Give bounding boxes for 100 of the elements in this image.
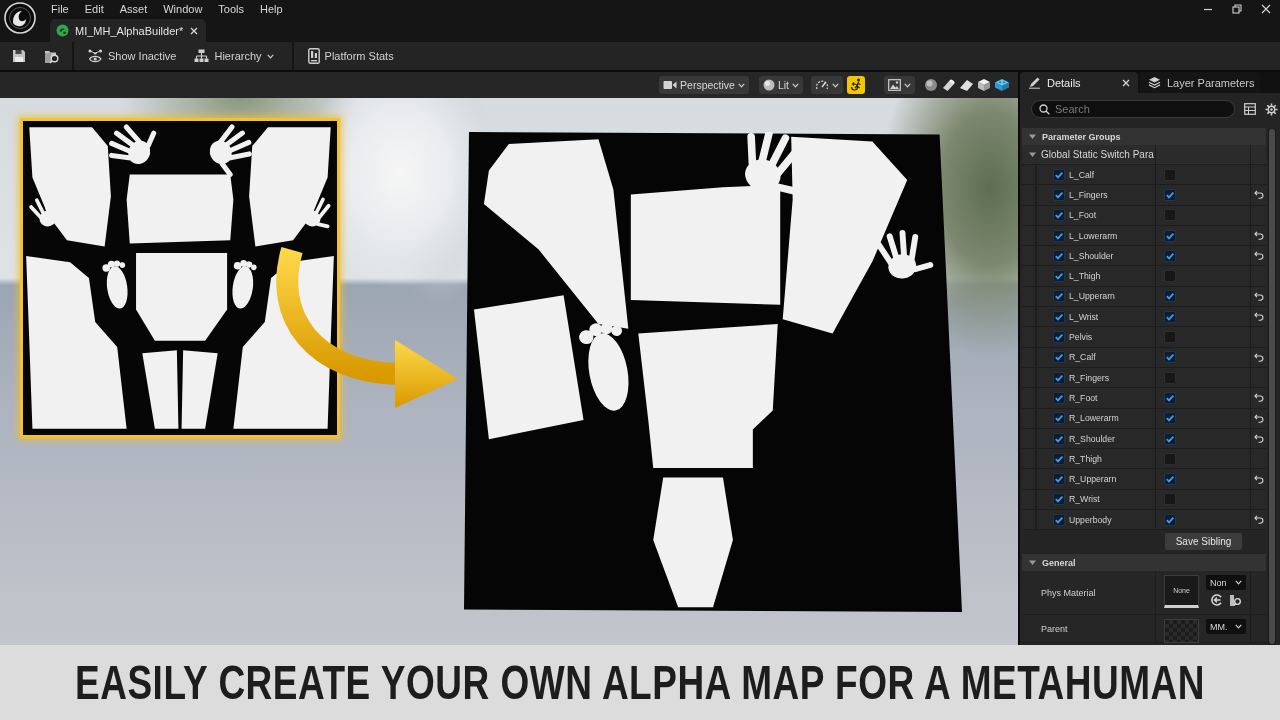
toolbar-button[interactable]: Show Inactive bbox=[82, 45, 183, 67]
reset-arrow-icon[interactable] bbox=[1253, 434, 1264, 443]
checkbox[interactable] bbox=[1164, 432, 1176, 445]
close-icon[interactable] bbox=[190, 26, 198, 35]
sphere-icon[interactable] bbox=[924, 78, 938, 92]
checkbox[interactable] bbox=[1053, 371, 1065, 384]
checkbox[interactable] bbox=[1053, 473, 1065, 486]
checkbox[interactable] bbox=[1053, 188, 1065, 201]
asset-dropdown[interactable]: MM. bbox=[1206, 619, 1246, 635]
circle-logo-icon[interactable] bbox=[4, 2, 36, 34]
reset-arrow-icon[interactable] bbox=[1253, 393, 1264, 403]
thumbnail-placeholder[interactable] bbox=[1164, 619, 1199, 644]
reset-arrow-icon[interactable] bbox=[1253, 231, 1264, 241]
checkbox[interactable] bbox=[1053, 493, 1065, 506]
plane-icon[interactable] bbox=[959, 78, 974, 92]
checkbox[interactable] bbox=[1053, 168, 1065, 181]
menu-item[interactable]: File bbox=[51, 2, 69, 15]
panel-tab[interactable]: Details bbox=[1020, 72, 1138, 93]
reset-arrow-icon[interactable] bbox=[1253, 515, 1264, 525]
menu-item[interactable]: Asset bbox=[119, 2, 148, 15]
toggle-button[interactable] bbox=[847, 76, 865, 94]
checkbox[interactable] bbox=[1053, 270, 1065, 283]
reset-arrow-icon[interactable] bbox=[1253, 352, 1264, 362]
cube-icon[interactable] bbox=[994, 78, 1010, 92]
parameter-name: L_Thigh bbox=[1069, 271, 1101, 282]
sphere-icon bbox=[56, 24, 69, 37]
dropdown-button[interactable] bbox=[884, 76, 915, 94]
checkbox[interactable] bbox=[1164, 513, 1176, 526]
save-icon[interactable] bbox=[12, 49, 26, 63]
checkbox[interactable] bbox=[1053, 209, 1065, 222]
menu-item[interactable]: Tools bbox=[218, 2, 245, 15]
scrollbar[interactable] bbox=[1268, 128, 1276, 645]
reset-arrow-icon[interactable] bbox=[1253, 312, 1264, 322]
dropdown-button[interactable] bbox=[811, 76, 843, 94]
arrow-circle-icon[interactable] bbox=[1211, 594, 1223, 607]
close-icon[interactable] bbox=[1122, 78, 1130, 87]
checkbox[interactable] bbox=[1164, 188, 1176, 201]
panel-tab[interactable]: Layer Parameters bbox=[1140, 72, 1260, 93]
parameter-name: R_Thigh bbox=[1069, 453, 1102, 464]
checkbox[interactable] bbox=[1164, 473, 1176, 486]
device-stats-icon bbox=[307, 48, 320, 64]
restore-icon[interactable] bbox=[1232, 3, 1242, 14]
browse-icon[interactable] bbox=[1229, 594, 1242, 608]
parameter-name: Upperbody bbox=[1069, 514, 1112, 525]
caret-icon bbox=[737, 82, 745, 88]
reset-arrow-icon[interactable] bbox=[1253, 291, 1264, 301]
document-tab[interactable]: MI_MH_AlphaBuilder* bbox=[50, 19, 206, 42]
reset-arrow-icon[interactable] bbox=[1253, 474, 1264, 484]
checkbox[interactable] bbox=[1053, 229, 1065, 242]
cube-icon[interactable] bbox=[977, 78, 991, 92]
checkbox[interactable] bbox=[1053, 290, 1065, 303]
checkbox[interactable] bbox=[1164, 310, 1176, 323]
settings-icon[interactable] bbox=[1265, 102, 1278, 116]
checkbox[interactable] bbox=[1164, 412, 1176, 425]
checkbox[interactable] bbox=[1164, 351, 1176, 364]
search-icon bbox=[1039, 104, 1050, 115]
expand-arrow-icon[interactable] bbox=[1029, 151, 1036, 158]
caret-icon bbox=[1235, 624, 1242, 630]
checkbox[interactable] bbox=[1053, 310, 1065, 323]
browse-icon[interactable] bbox=[44, 48, 60, 64]
expand-arrow-icon[interactable] bbox=[1029, 133, 1036, 140]
checkbox[interactable] bbox=[1053, 452, 1065, 465]
caret-icon bbox=[792, 82, 799, 88]
property-label: Parent bbox=[1041, 623, 1068, 634]
dropdown-button[interactable]: Hierarchy bbox=[188, 45, 280, 67]
section-header[interactable]: General bbox=[1022, 554, 1266, 572]
checkbox[interactable] bbox=[1053, 351, 1065, 364]
close-icon[interactable] bbox=[1261, 3, 1271, 14]
parameter-name: R_Fingers bbox=[1069, 372, 1110, 383]
cylinder-icon[interactable] bbox=[941, 78, 956, 92]
dropdown-button[interactable]: Lit bbox=[758, 76, 803, 94]
parameter-name: L_Shoulder bbox=[1069, 250, 1114, 261]
reset-arrow-icon[interactable] bbox=[1253, 190, 1264, 200]
section-header[interactable]: Parameter Groups bbox=[1022, 128, 1266, 145]
save-sibling-button[interactable]: Save Sibling bbox=[1165, 533, 1242, 551]
checkbox[interactable] bbox=[1053, 513, 1065, 526]
menu-item[interactable]: Window bbox=[163, 2, 203, 15]
checkbox[interactable] bbox=[1164, 391, 1176, 404]
table-icon[interactable] bbox=[1244, 103, 1256, 115]
reset-arrow-icon[interactable] bbox=[1253, 251, 1264, 261]
sphere-icon bbox=[762, 79, 775, 91]
toolbar-button[interactable]: Platform Stats bbox=[301, 45, 400, 67]
checkbox[interactable] bbox=[1164, 290, 1176, 303]
checkbox[interactable] bbox=[1053, 412, 1065, 425]
menu-item[interactable]: Edit bbox=[84, 2, 104, 15]
asset-dropdown[interactable]: Non bbox=[1206, 575, 1246, 591]
dropdown-button[interactable]: Perspective bbox=[659, 76, 749, 94]
checkbox[interactable] bbox=[1164, 229, 1176, 242]
checkbox[interactable] bbox=[1053, 432, 1065, 445]
checkbox[interactable] bbox=[1053, 249, 1065, 262]
expand-arrow-icon[interactable] bbox=[1029, 559, 1036, 567]
menu-item[interactable]: Help bbox=[260, 2, 283, 15]
search-field[interactable]: Search bbox=[1031, 100, 1235, 118]
parameter-name: L_Foot bbox=[1069, 210, 1097, 221]
checkbox[interactable] bbox=[1053, 391, 1065, 404]
parameter-name: R_Foot bbox=[1069, 392, 1098, 403]
reset-arrow-icon[interactable] bbox=[1253, 413, 1264, 423]
checkbox[interactable] bbox=[1053, 331, 1065, 343]
gauge-icon bbox=[815, 79, 829, 91]
checkbox[interactable] bbox=[1164, 249, 1176, 262]
